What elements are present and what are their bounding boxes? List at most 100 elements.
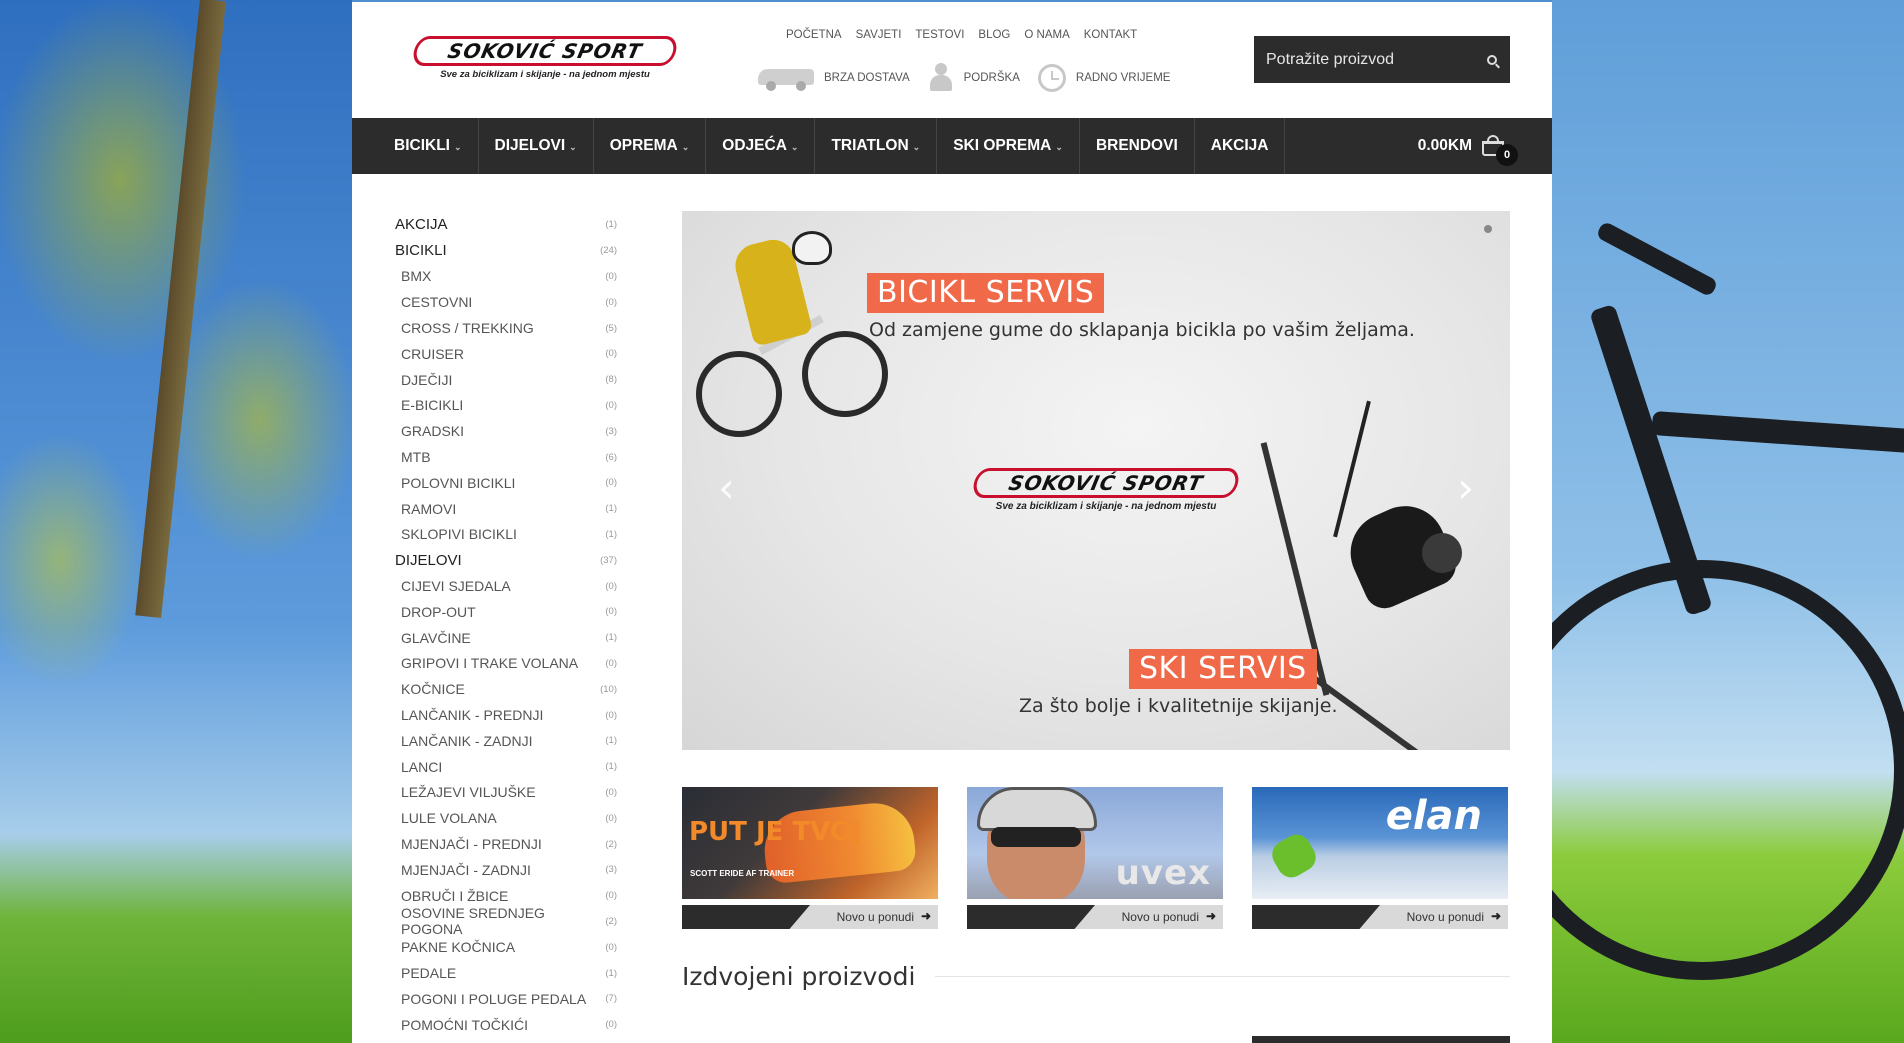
- category-label: OSOVINE SREDNJEG POGONA: [401, 905, 545, 938]
- menu-item-label: DIJELOVI: [494, 137, 566, 154]
- subcategory-item[interactable]: GRIPOVI I TRAKE VOLANA (0): [395, 651, 617, 677]
- slider-prev-arrow[interactable]: ‹: [718, 463, 735, 512]
- subcategory-item[interactable]: GLAVČINE (1): [395, 625, 617, 651]
- promo-link-bar[interactable]: Novo u ponudi ➜: [682, 905, 938, 929]
- menu-item-odjeca[interactable]: ODJEĆA ⌄: [706, 118, 816, 174]
- site-header: SOKOVIĆ SPORT Sve za biciklizam i skijan…: [352, 2, 1552, 118]
- menu-item-ski-oprema[interactable]: SKI OPREMA ⌄: [937, 118, 1080, 174]
- category-count: (10): [600, 683, 617, 695]
- top-link-pocetna[interactable]: POČETNA: [786, 29, 842, 41]
- search-box: [1254, 36, 1510, 83]
- category-count: (1): [605, 632, 617, 644]
- category-count: (1): [605, 503, 617, 515]
- category-label: LEŽAJEVI VILJUŠKE: [401, 784, 536, 801]
- tree-trunk: [135, 0, 226, 618]
- category-item[interactable]: AKCIJA (1): [395, 212, 617, 238]
- subcategory-item[interactable]: CESTOVNI (0): [395, 289, 617, 315]
- category-count: (0): [605, 657, 617, 669]
- menu-item-oprema[interactable]: OPREMA ⌄: [594, 118, 707, 174]
- menu-item-brendovi[interactable]: BRENDOVI: [1080, 118, 1195, 174]
- category-label: RAMOVI: [401, 500, 457, 517]
- top-link-savjeti[interactable]: SAVJETI: [856, 29, 902, 41]
- category-label: CESTOVNI: [401, 294, 473, 311]
- category-count: (24): [600, 245, 617, 257]
- promo-image: uvex: [967, 787, 1223, 899]
- top-link-blog[interactable]: BLOG: [978, 29, 1010, 41]
- subcategory-item[interactable]: KOČNICE (10): [395, 676, 617, 702]
- category-count: (0): [605, 941, 617, 953]
- bicycle-handlebar: [1595, 220, 1719, 298]
- top-link-testovi[interactable]: TESTOVI: [915, 29, 964, 41]
- subcategory-item[interactable]: MJENJAČI - PREDNJI (2): [395, 831, 617, 857]
- chevron-down-icon: ⌄: [912, 141, 921, 152]
- subcategory-item[interactable]: LANČANIK - ZADNJI (1): [395, 728, 617, 754]
- top-links: POČETNA SAVJETI TESTOVI BLOG O NAMA KONT…: [786, 29, 1137, 41]
- subcategory-item[interactable]: LEŽAJEVI VILJUŠKE (0): [395, 780, 617, 806]
- promo-banner-elan[interactable]: elan Novo u ponudi ➜: [1252, 787, 1508, 929]
- subcategory-item[interactable]: CROSS / TREKKING (5): [395, 315, 617, 341]
- feature-delivery[interactable]: BRZA DOSTAVA: [758, 65, 910, 91]
- promo-banner-scott[interactable]: PUT JE TVOJ SCOTT ERIDE AF TRAINER Novo …: [682, 787, 938, 929]
- chevron-down-icon: ⌄: [790, 141, 799, 152]
- subcategory-item[interactable]: POMOĆNI TOČKIĆI (0): [395, 1012, 617, 1038]
- logo-wordmark: SOKOVIĆ SPORT: [410, 36, 680, 66]
- category-count: (0): [605, 399, 617, 411]
- section-title: Izdvojeni proizvodi: [682, 962, 916, 991]
- menu-item-akcija[interactable]: AKCIJA: [1195, 118, 1286, 174]
- subcategory-item[interactable]: PAKNE KOČNICA (0): [395, 934, 617, 960]
- subcategory-item[interactable]: E-BICIKLI (0): [395, 393, 617, 419]
- subcategory-item[interactable]: RAMOVI (1): [395, 496, 617, 522]
- feature-hours[interactable]: RADNO VRIJEME: [1037, 64, 1170, 92]
- menu-item-bicikli[interactable]: BICIKLI ⌄: [352, 118, 479, 174]
- category-label: GRADSKI: [401, 423, 465, 440]
- category-count: (1): [605, 528, 617, 540]
- chevron-down-icon: ⌄: [681, 141, 690, 152]
- subcategory-item[interactable]: POGONI I POLUGE PEDALA (7): [395, 986, 617, 1012]
- subcategory-item[interactable]: CIJEVI SJEDALA (0): [395, 573, 617, 599]
- subcategory-item[interactable]: MJENJAČI - ZADNJI (3): [395, 857, 617, 883]
- category-count: (0): [605, 296, 617, 308]
- category-count: (1): [605, 219, 617, 231]
- cart-widget[interactable]: 0.00KM 0: [1418, 118, 1518, 174]
- subcategory-item[interactable]: DROP-OUT (0): [395, 599, 617, 625]
- category-count: (0): [605, 1019, 617, 1031]
- promo-banner-uvex[interactable]: uvex Novo u ponudi ➜: [967, 787, 1223, 929]
- promo-title: PUT JE TVOJ: [689, 817, 862, 847]
- category-item[interactable]: BICIKLI (24): [395, 238, 617, 264]
- page-container: SOKOVIĆ SPORT Sve za biciklizam i skijan…: [352, 2, 1552, 1043]
- sunglasses-image: [991, 827, 1081, 847]
- arrow-right-icon: ➜: [920, 909, 931, 923]
- top-link-kontakt[interactable]: KONTAKT: [1084, 29, 1137, 41]
- subcategory-item[interactable]: LULE VOLANA (0): [395, 805, 617, 831]
- slide-tag-ski-servis: SKI SERVIS: [1129, 649, 1317, 689]
- search-input[interactable]: [1254, 36, 1474, 83]
- subcategory-item[interactable]: OSOVINE SREDNJEG POGONA (2): [395, 905, 617, 937]
- bicycle-top-tube: [1651, 410, 1904, 454]
- feature-support[interactable]: PODRŠKA: [928, 63, 1020, 93]
- subcategory-item[interactable]: PEDALE (1): [395, 960, 617, 986]
- menu-item-triatlon[interactable]: TRIATLON ⌄: [815, 118, 938, 174]
- subcategory-item[interactable]: SKLOPIVI BICIKLI (1): [395, 522, 617, 548]
- slider-pagination-dot[interactable]: [1484, 225, 1492, 233]
- category-label: MTB: [401, 449, 431, 466]
- category-item[interactable]: DIJELOVI (37): [395, 547, 617, 573]
- product-card-peek: [1252, 1036, 1510, 1043]
- subcategory-item[interactable]: CRUISER (0): [395, 341, 617, 367]
- subcategory-item[interactable]: MTB (6): [395, 444, 617, 470]
- subcategory-item[interactable]: POLOVNI BICIKLI (0): [395, 470, 617, 496]
- search-button[interactable]: [1474, 36, 1510, 83]
- subcategory-item[interactable]: GRADSKI (3): [395, 418, 617, 444]
- subcategory-item[interactable]: LANČANIK - PREDNJI (0): [395, 702, 617, 728]
- subcategory-item[interactable]: BMX (0): [395, 264, 617, 290]
- chevron-down-icon: ⌄: [453, 141, 462, 152]
- category-label: POGONI I POLUGE PEDALA: [401, 990, 587, 1007]
- promo-link-bar[interactable]: Novo u ponudi ➜: [967, 905, 1223, 929]
- site-logo[interactable]: SOKOVIĆ SPORT Sve za biciklizam i skijan…: [410, 36, 680, 86]
- subcategory-item[interactable]: LANCI (1): [395, 754, 617, 780]
- menu-item-dijelovi[interactable]: DIJELOVI ⌄: [479, 118, 594, 174]
- promo-link-bar[interactable]: Novo u ponudi ➜: [1252, 905, 1508, 929]
- top-link-o-nama[interactable]: O NAMA: [1024, 29, 1069, 41]
- slider-next-arrow[interactable]: ›: [1457, 463, 1474, 512]
- logo-tagline: Sve za biciklizam i skijanje - na jednom…: [440, 69, 650, 80]
- subcategory-item[interactable]: DJEČIJI (8): [395, 367, 617, 393]
